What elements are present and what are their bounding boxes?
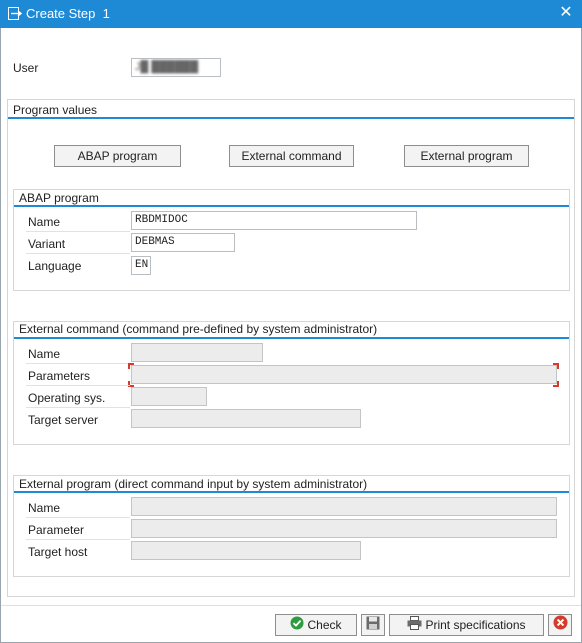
ext-cmd-parameters-field (131, 365, 557, 384)
abap-program-button[interactable]: ABAP program (54, 145, 181, 167)
external-command-title: External command (command pre-defined by… (19, 322, 378, 336)
ext-cmd-name-field (131, 343, 263, 362)
abap-name-field[interactable]: RBDMIDOC (131, 211, 417, 230)
abap-language-label: Language (28, 259, 82, 273)
row-divider (26, 363, 130, 364)
print-specifications-button[interactable]: Print specifications (389, 614, 544, 636)
ext-prog-target-host-field (131, 541, 361, 560)
external-program-button[interactable]: External program (404, 145, 529, 167)
focus-marker (553, 381, 559, 387)
row-divider (26, 231, 130, 232)
ext-prog-parameter-label: Parameter (28, 523, 85, 537)
user-value: J█ ██████ (135, 61, 199, 73)
abap-language-field[interactable]: EN (131, 256, 151, 275)
footer-divider (1, 605, 581, 606)
cancel-icon (553, 615, 568, 636)
check-button[interactable]: Check (275, 614, 357, 636)
ext-prog-parameter-field (131, 519, 557, 538)
external-program-title: External program (direct command input b… (19, 477, 368, 491)
row-divider (26, 253, 130, 254)
ext-cmd-os-field (131, 387, 207, 406)
abap-name-label: Name (28, 215, 61, 229)
cancel-button[interactable] (548, 614, 572, 636)
focus-marker (553, 363, 559, 369)
ext-prog-name-field (131, 497, 557, 516)
abap-variant-label: Variant (28, 237, 66, 251)
checkmark-circle-icon (290, 616, 304, 636)
save-button[interactable] (361, 614, 385, 636)
abap-program-title: ABAP program (19, 191, 99, 205)
close-icon[interactable]: ✕ (556, 3, 576, 23)
create-step-icon (8, 7, 23, 20)
focus-marker (128, 363, 134, 369)
row-divider (26, 539, 130, 540)
external-command-button[interactable]: External command (229, 145, 354, 167)
title-bar: Create Step 1 ✕ (0, 0, 582, 28)
user-field[interactable]: J█ ██████ (131, 58, 221, 77)
row-divider (26, 407, 130, 408)
ext-cmd-target-server-label: Target server (28, 413, 99, 427)
row-divider (26, 517, 130, 518)
print-label: Print specifications (425, 618, 526, 632)
save-icon (366, 616, 380, 636)
abap-variant-field[interactable]: DEBMAS (131, 233, 235, 252)
program-values-title: Program values (13, 103, 98, 117)
ext-cmd-parameters-label: Parameters (28, 369, 91, 383)
check-label: Check (307, 618, 342, 632)
abap-program-rule (14, 205, 569, 207)
ext-cmd-target-server-field (131, 409, 361, 428)
ext-cmd-name-label: Name (28, 347, 61, 361)
ext-cmd-os-label: Operating sys. (28, 391, 106, 405)
ext-prog-name-label: Name (28, 501, 61, 515)
program-values-rule (8, 117, 574, 119)
window-title: Create Step 1 (26, 6, 110, 21)
printer-icon (407, 615, 422, 636)
ext-prog-target-host-label: Target host (28, 545, 88, 559)
external-command-rule (14, 337, 569, 339)
external-program-rule (14, 491, 569, 493)
row-divider (26, 385, 130, 386)
user-label: User (13, 61, 39, 75)
